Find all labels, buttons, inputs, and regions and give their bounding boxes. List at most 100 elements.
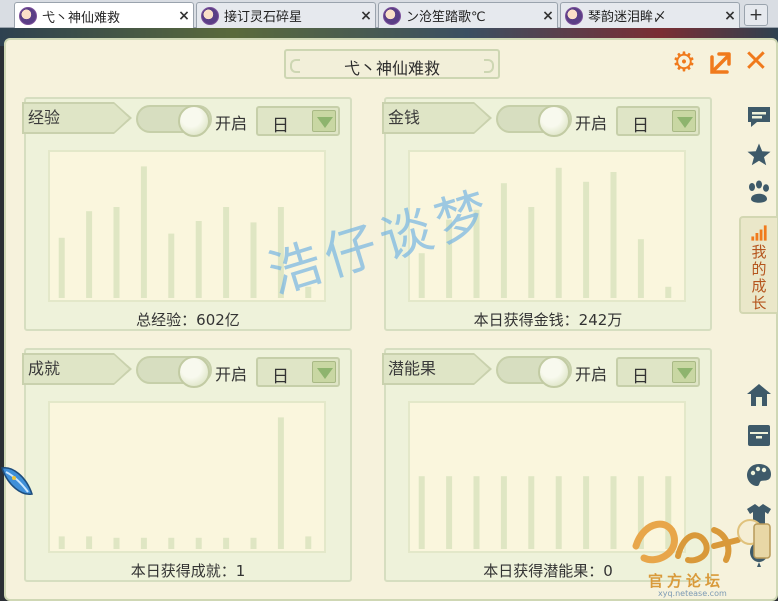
chart-caption: 本日获得金钱：242万 (473, 311, 623, 329)
period-select[interactable]: 日 (616, 357, 700, 387)
chart-bar (500, 183, 507, 298)
browser-tab-2[interactable]: 接订灵石碎星 × (196, 2, 376, 28)
chart-bar (473, 476, 480, 549)
period-select-value: 日 (632, 367, 649, 387)
toggle-switch[interactable] (136, 105, 212, 137)
toggle-label: 开启 (215, 365, 248, 384)
period-select[interactable]: 日 (616, 106, 700, 136)
chart-bar (610, 476, 617, 549)
bar-chart (48, 401, 326, 553)
chart-bar (140, 166, 147, 298)
tab-close-icon[interactable]: × (721, 8, 739, 24)
chart-bar (583, 476, 590, 549)
fantasy-westward-journey-logo: 官方论坛 xyq.netease.com (630, 510, 776, 598)
period-select-value: 日 (632, 116, 649, 136)
panel-title: 弋丶神仙难救 (343, 59, 440, 78)
tab-close-icon[interactable]: × (539, 8, 557, 24)
card-label: 潜能果 (382, 353, 492, 385)
sidebar-item-label: 我的成长 (751, 243, 767, 312)
chart-bar (418, 476, 425, 549)
settings-button[interactable]: ⚙ (670, 49, 698, 77)
chart-caption: 本日获得成就：1 (130, 562, 246, 580)
chart-bar (528, 207, 535, 298)
period-select[interactable]: 日 (256, 357, 340, 387)
sidebar-item-my-growth[interactable]: 我的成长 (739, 216, 777, 314)
chart-bar (195, 221, 202, 298)
signal-bars-icon (751, 225, 767, 241)
toggle-switch[interactable] (136, 356, 212, 388)
chart-bar (58, 536, 65, 549)
chart-bar (113, 207, 120, 298)
character-avatar-icon (19, 7, 37, 25)
chart-bar (446, 476, 453, 549)
sidebar-item-home[interactable] (741, 378, 777, 412)
toggle-label: 开启 (575, 114, 608, 133)
period-select-value: 日 (272, 367, 289, 387)
tab-close-icon[interactable]: × (357, 8, 375, 24)
character-avatar-icon (565, 6, 583, 25)
chart-bar (555, 167, 562, 298)
tab-title: 弋丶神仙难救 (42, 10, 121, 26)
popout-button[interactable] (706, 49, 734, 77)
chart-bar (637, 239, 644, 298)
logo-subtitle: 官方论坛 (648, 572, 725, 590)
logo-url: xyq.netease.com (658, 589, 727, 598)
character-avatar-icon (383, 6, 401, 25)
chart-bar (86, 536, 93, 549)
toggle-label: 开启 (575, 365, 608, 384)
palette-icon (747, 464, 771, 486)
dropdown-arrow-icon[interactable] (312, 361, 336, 383)
chart-bar (195, 537, 202, 549)
period-select[interactable]: 日 (256, 106, 340, 136)
browser-tab-1[interactable]: 弋丶神仙难救 × (14, 2, 194, 29)
paw-icon (749, 180, 769, 203)
browser-tab-3[interactable]: ン沧笙踏歌℃ × (378, 2, 558, 28)
toggle-knob[interactable] (538, 105, 570, 137)
chart-bar (250, 537, 257, 549)
toggle-switch[interactable] (496, 105, 572, 137)
new-tab-button[interactable]: + (744, 4, 768, 26)
chart-bar (665, 286, 672, 298)
cabinet-icon (748, 425, 770, 446)
tab-title: 接订灵石碎星 (224, 10, 303, 25)
chart-bar (305, 536, 312, 549)
right-sidebar: 我的成长 (739, 98, 778, 578)
toggle-knob[interactable] (538, 356, 570, 388)
card-label: 经验 (22, 102, 132, 134)
character-avatar-icon (201, 6, 219, 25)
house-icon (747, 384, 771, 406)
chart-bar (223, 207, 230, 298)
chart-bar (528, 476, 535, 549)
sidebar-item-storage[interactable] (741, 418, 777, 452)
chart-bar (555, 476, 562, 549)
game-logo-icon (632, 519, 771, 564)
chart-bar (168, 233, 175, 298)
dropdown-arrow-icon[interactable] (672, 361, 696, 383)
toggle-label: 开启 (215, 114, 248, 133)
sidebar-item-star[interactable] (741, 138, 777, 172)
toggle-switch[interactable] (496, 356, 572, 388)
card-label: 成就 (22, 353, 132, 385)
chart-bar (113, 537, 120, 549)
star-icon (747, 143, 771, 166)
chart-bar (277, 417, 284, 549)
close-button[interactable]: ✕ (742, 47, 770, 77)
dropdown-arrow-icon[interactable] (312, 110, 336, 132)
toggle-knob[interactable] (178, 105, 210, 137)
chart-bar (58, 237, 65, 298)
chart-bar (583, 181, 590, 298)
browser-tab-4[interactable]: 琴韵迷泪眸〆 × (560, 2, 740, 28)
sidebar-item-pet[interactable] (741, 176, 777, 210)
chart-bar (140, 537, 147, 549)
card-label: 金钱 (382, 102, 492, 134)
chart-bar (168, 537, 175, 549)
sidebar-item-dye[interactable] (741, 458, 777, 492)
toggle-knob[interactable] (178, 356, 210, 388)
sidebar-item-chat[interactable] (741, 100, 777, 134)
popout-arrow-icon (710, 52, 731, 74)
dropdown-arrow-icon[interactable] (672, 110, 696, 132)
tab-close-icon[interactable]: × (175, 8, 193, 24)
browser-tab-bar: 弋丶神仙难救 × 接订灵石碎星 × ン沧笙踏歌℃ × 琴韵迷泪眸〆 × + (0, 0, 778, 29)
panel-title-plate: 弋丶神仙难救 (284, 49, 500, 79)
close-icon: ✕ (743, 44, 769, 79)
